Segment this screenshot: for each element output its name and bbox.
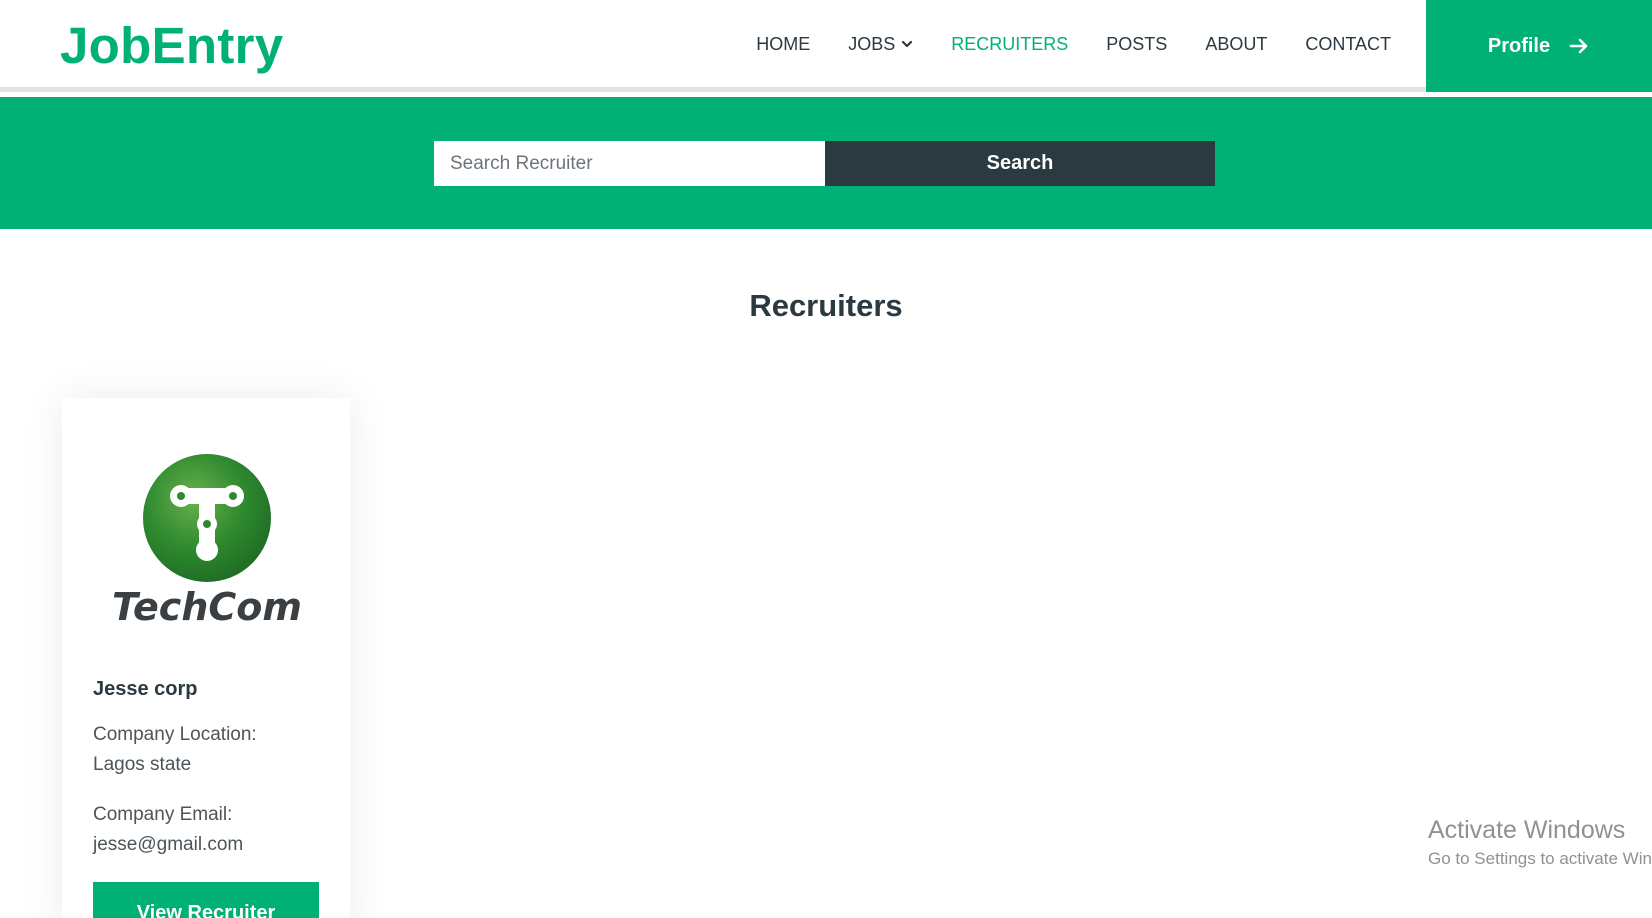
- location-value: Lagos state: [93, 754, 192, 775]
- watermark-subtitle: Go to Settings to activate Windows.: [1428, 849, 1652, 868]
- profile-button-label: Profile: [1487, 34, 1551, 57]
- nav-item-label: HOME: [756, 33, 811, 54]
- arrow-right-icon: [1569, 38, 1588, 54]
- nav-links: HOME JOBS RECRUITERS POSTS ABOUT CONTACT: [756, 0, 1391, 88]
- navbar: JobEntry HOME JOBS RECRUITERS POSTS ABOU…: [0, 0, 1652, 92]
- brand-logo[interactable]: JobEntry: [60, 14, 283, 78]
- recruiter-card: TechCom Jesse corp Company Location: Lag…: [62, 398, 350, 918]
- nav-item-label: ABOUT: [1205, 33, 1268, 54]
- nav-item-label: JOBS: [848, 33, 896, 54]
- nav-item-posts[interactable]: POSTS: [1106, 34, 1167, 55]
- page-title: Recruiters: [749, 288, 903, 323]
- company-location: Company Location: Lagos state: [93, 720, 257, 780]
- nav-item-recruiters[interactable]: RECRUITERS: [951, 34, 1068, 55]
- search-input[interactable]: [434, 141, 825, 186]
- nav-item-label: CONTACT: [1305, 33, 1391, 54]
- view-recruiter-button[interactable]: View Recruiter: [93, 882, 319, 918]
- email-label: Company Email:: [93, 804, 233, 825]
- company-email: Company Email: jesse@gmail.com: [93, 800, 243, 860]
- nav-item-home[interactable]: HOME: [756, 34, 810, 55]
- nav-item-about[interactable]: ABOUT: [1205, 34, 1267, 55]
- nav-item-label: RECRUITERS: [951, 33, 1069, 54]
- nav-item-label: POSTS: [1106, 33, 1168, 54]
- search-button[interactable]: Search: [825, 141, 1215, 186]
- watermark-title: Activate Windows: [1428, 816, 1626, 844]
- techcom-logo-icon: TechCom: [112, 454, 302, 629]
- page: JobEntry HOME JOBS RECRUITERS POSTS ABOU…: [0, 0, 1652, 918]
- search-banner: Search: [0, 97, 1652, 229]
- recruiter-name: Jesse corp: [93, 678, 198, 700]
- nav-item-contact[interactable]: CONTACT: [1305, 34, 1391, 55]
- profile-button[interactable]: Profile: [1426, 0, 1652, 92]
- email-value: jesse@gmail.com: [93, 834, 244, 855]
- nav-item-jobs[interactable]: JOBS: [848, 34, 913, 55]
- location-label: Company Location:: [93, 724, 257, 745]
- windows-activation-watermark: Activate Windows Go to Settings to activ…: [1428, 814, 1652, 872]
- logo-text: TechCom: [112, 585, 302, 629]
- chevron-down-icon: [902, 40, 913, 48]
